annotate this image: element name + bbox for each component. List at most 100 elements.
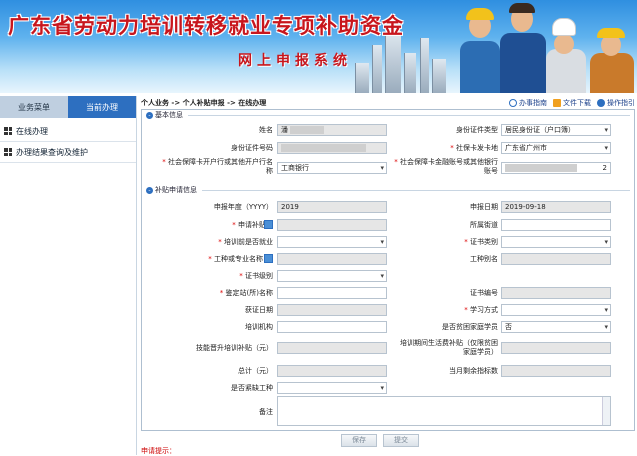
scrollbar[interactable] xyxy=(602,397,610,425)
help-icon xyxy=(597,98,605,107)
date-field: 2019-09-18 xyxy=(501,201,611,213)
tab-current[interactable]: 当前办理 xyxy=(68,96,136,118)
chef-head xyxy=(554,34,574,54)
account-label: * 社会保障卡金融账号或其他银行账号 xyxy=(394,158,498,175)
sicard-select[interactable]: 广东省广州市 xyxy=(501,142,611,154)
worker-figure xyxy=(590,53,634,93)
breadcrumb-bar: 个人业务 -> 个人补贴申报 -> 在线办理 办事指南 文件下载 操作指引 xyxy=(141,96,635,109)
place-field[interactable] xyxy=(277,219,387,231)
job-label: * 工种或专业名称 xyxy=(208,255,263,263)
quota-label: 当月剩余指标数 xyxy=(449,367,498,375)
header-banner: 广东省劳动力培训转移就业专项补助资金 网上申报系统 xyxy=(0,0,637,93)
living-label: 培训期间生活费补贴（仅限贫困家庭学员） xyxy=(400,339,498,356)
idno-label: 身份证件号码 xyxy=(231,144,273,152)
apply-info-header: - 补贴申请信息 xyxy=(146,185,197,195)
section-title: 补贴申请信息 xyxy=(155,186,197,194)
studymode-label: * 学习方式 xyxy=(464,306,498,314)
nav-item-label: 在线办理 xyxy=(16,126,48,136)
year-field: 2019 xyxy=(277,201,387,213)
chef-hat-icon xyxy=(552,18,576,36)
station-field[interactable] xyxy=(277,287,387,299)
chef-figure xyxy=(546,49,586,93)
sicard-label: * 社保卡发卡地 xyxy=(450,144,498,152)
system-subtitle: 网上申报系统 xyxy=(238,53,352,69)
getdate-label: 获证日期 xyxy=(245,306,273,314)
total-label: 总计（元） xyxy=(238,367,273,375)
jobalias-label: 工种别名 xyxy=(470,255,498,263)
redaction xyxy=(290,126,324,134)
building-graphic xyxy=(372,45,382,93)
save-button[interactable]: 保存 xyxy=(341,434,377,447)
getdate-field xyxy=(277,304,387,316)
idtype-select[interactable]: 居民身份证（户口簿） xyxy=(501,124,611,136)
name-field: 潘 xyxy=(277,124,387,136)
certno-field xyxy=(501,287,611,299)
building-graphic xyxy=(355,63,369,93)
guide-icon xyxy=(509,98,517,107)
shortage-label: 是否紧缺工种 xyxy=(231,384,273,392)
subsidy-label: 技能晋升培训补贴（元） xyxy=(196,344,273,352)
living-field xyxy=(501,342,611,354)
quota-field xyxy=(501,365,611,377)
building-graphic xyxy=(385,31,401,93)
section-divider xyxy=(188,115,630,116)
place-label: * 申请补贴地 xyxy=(232,221,273,229)
nav-item-label: 办理结果查询及维护 xyxy=(16,147,88,157)
hair-graphic xyxy=(509,3,535,13)
pick-job-button[interactable] xyxy=(264,254,273,263)
job-field[interactable] xyxy=(277,253,387,265)
guide-link-label: 办事指南 xyxy=(519,98,547,107)
bank-label: * 社会保障卡开户行或其他开户行名称 xyxy=(162,158,273,175)
nav-tabs: 业务菜单 当前办理 xyxy=(0,96,136,118)
system-title: 广东省劳动力培训转移就业专项补助资金 xyxy=(8,13,404,38)
subsidy-field xyxy=(277,342,387,354)
idno-field xyxy=(277,142,387,154)
certtype-select[interactable] xyxy=(501,236,611,248)
account-field[interactable]: 2 xyxy=(501,162,611,174)
account-tail: 2 xyxy=(602,164,607,172)
collapse-icon[interactable]: - xyxy=(146,111,153,119)
remark-textarea[interactable] xyxy=(277,396,611,426)
street-field[interactable] xyxy=(501,219,611,231)
redaction xyxy=(281,144,366,152)
collapse-icon[interactable]: - xyxy=(146,186,153,194)
station-label: * 鉴定站(所)名称 xyxy=(219,289,273,297)
org-field[interactable] xyxy=(277,321,387,333)
certno-label: 证书编号 xyxy=(470,289,498,297)
download-link[interactable]: 文件下载 xyxy=(553,98,591,108)
guide-link[interactable]: 办事指南 xyxy=(509,98,547,108)
poor-select[interactable]: 否 xyxy=(501,321,611,333)
grid-icon xyxy=(4,148,12,156)
pick-place-button[interactable] xyxy=(264,220,273,229)
hardhat-icon xyxy=(597,28,625,38)
idtype-label: 身份证件类型 xyxy=(456,126,498,134)
org-label: 培训机构 xyxy=(245,323,273,331)
building-graphic xyxy=(432,59,446,93)
nav-item-results[interactable]: 办理结果查询及维护 xyxy=(0,142,136,163)
worker-figure xyxy=(500,33,546,93)
before-select[interactable] xyxy=(277,236,387,248)
bank-select[interactable]: 工商银行 xyxy=(277,162,387,174)
top-links: 办事指南 文件下载 操作指引 xyxy=(509,98,635,108)
shortage-select[interactable] xyxy=(277,382,387,394)
nav-item-online[interactable]: 在线办理 xyxy=(0,121,136,142)
name-label: 姓名 xyxy=(259,126,273,134)
worker-figure xyxy=(460,41,500,93)
hardhat-icon xyxy=(466,8,494,20)
street-label: 所属街道 xyxy=(470,221,498,229)
jobalias-field xyxy=(501,253,611,265)
date-label: 申报日期 xyxy=(470,203,498,211)
studymode-select[interactable] xyxy=(501,304,611,316)
submit-button[interactable]: 提交 xyxy=(383,434,419,447)
manual-link[interactable]: 操作指引 xyxy=(597,98,635,108)
certlevel-select[interactable] xyxy=(277,270,387,282)
certtype-label: * 证书类别 xyxy=(464,238,498,246)
before-label: * 培训前是否就业 xyxy=(218,238,273,246)
breadcrumb: 个人业务 -> 个人补贴申报 -> 在线办理 xyxy=(141,98,267,107)
poor-label: 是否贫困家庭学员 xyxy=(442,323,498,331)
total-field xyxy=(277,365,387,377)
section-title: 基本信息 xyxy=(155,111,183,119)
tab-business-menu[interactable]: 业务菜单 xyxy=(0,96,68,118)
redaction xyxy=(505,164,577,172)
building-graphic xyxy=(420,38,429,93)
